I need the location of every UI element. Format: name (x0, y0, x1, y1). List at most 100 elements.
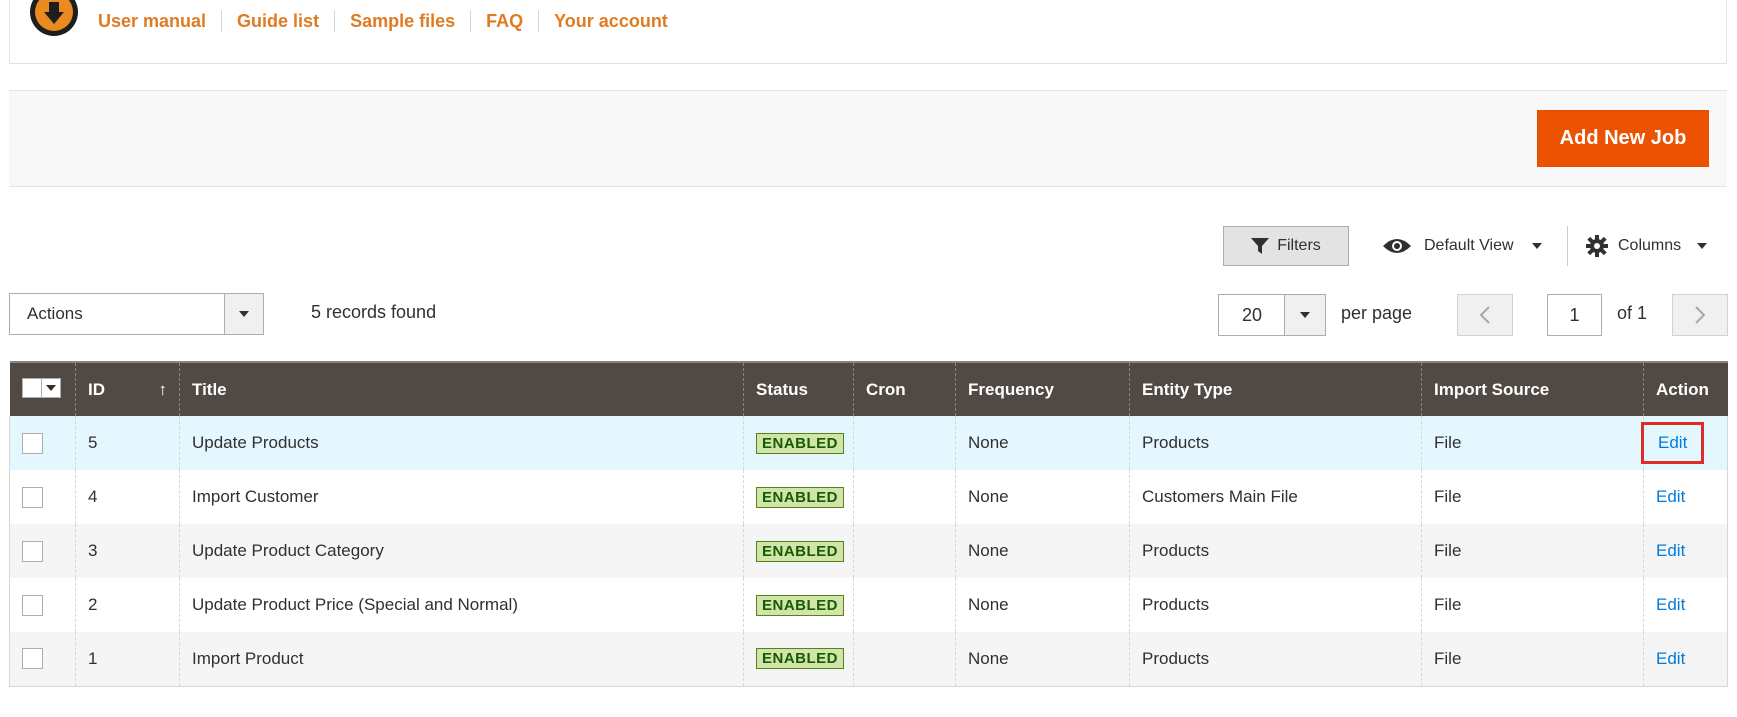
link-guide-list[interactable]: Guide list (221, 10, 334, 32)
cell-id: 4 (75, 470, 180, 524)
columns-control[interactable]: Columns (1586, 228, 1708, 264)
per-page-label: per page (1341, 303, 1413, 323)
cell-entity-type: Products (1129, 632, 1422, 687)
mass-select-control[interactable] (21, 378, 61, 398)
row-checkbox[interactable] (22, 540, 43, 562)
cell-id: 1 (75, 632, 180, 687)
cell-entity-type: Products (1129, 524, 1422, 578)
row-select-cell (9, 416, 76, 470)
cell-import-source: File (1421, 632, 1644, 687)
status-badge: ENABLED (756, 648, 845, 670)
edit-link[interactable]: Edit (1656, 487, 1685, 506)
link-your-account[interactable]: Your account (538, 10, 683, 32)
cell-entity-type: Products (1129, 578, 1422, 632)
link-sample-files[interactable]: Sample files (334, 10, 470, 32)
sort-arrow-icon: ↑ (158, 379, 168, 399)
actions-label: Actions (27, 304, 83, 323)
records-count: 5 records found (311, 302, 437, 322)
cell-import-source: File (1421, 470, 1644, 524)
cell-frequency: None (955, 524, 1130, 578)
table-row[interactable]: 3 Update Product Category ENABLED None P… (9, 524, 1728, 578)
jobs-grid: ID ↑ Title Status Cron Frequency Entity T… (9, 361, 1728, 687)
row-select-cell (9, 632, 76, 687)
page-number-input[interactable] (1547, 294, 1602, 336)
header-id-label: ID (88, 379, 105, 399)
header-title[interactable]: Title (179, 361, 744, 416)
cell-frequency: None (955, 632, 1130, 687)
per-page-select[interactable]: 20 (1218, 294, 1326, 336)
header-entity-type[interactable]: Entity Type (1129, 361, 1422, 416)
filters-label: Filters (1277, 237, 1321, 254)
header-import-source[interactable]: Import Source (1421, 361, 1644, 416)
cell-title: Update Product Category (179, 524, 744, 578)
edit-link[interactable]: Edit (1658, 433, 1687, 452)
cell-title: Update Products (179, 416, 744, 470)
status-badge: ENABLED (756, 486, 845, 508)
download-arrow-icon (44, 2, 64, 24)
row-select-cell (9, 524, 76, 578)
chevron-down-icon (45, 385, 56, 391)
help-bar: User manual Guide list Sample files FAQ … (9, 0, 1727, 64)
header-id[interactable]: ID ↑ (75, 361, 180, 416)
table-row[interactable]: 4 Import Customer ENABLED None Customers… (9, 470, 1728, 524)
edit-link[interactable]: Edit (1656, 649, 1685, 668)
cell-cron (853, 470, 956, 524)
filters-button[interactable]: Filters (1223, 226, 1349, 266)
row-checkbox[interactable] (22, 432, 43, 454)
mass-select-dropdown[interactable] (40, 379, 60, 397)
edit-link[interactable]: Edit (1656, 595, 1685, 614)
cell-action: Edit (1643, 578, 1728, 632)
page-actions-bar: Add New Job (9, 90, 1727, 187)
cell-title: Import Customer (179, 470, 744, 524)
cell-cron (853, 524, 956, 578)
header-frequency[interactable]: Frequency (955, 361, 1130, 416)
cell-import-source: File (1421, 578, 1644, 632)
page-total: of 1 (1617, 303, 1648, 323)
mass-select-checkbox[interactable] (22, 380, 41, 396)
status-badge: ENABLED (756, 594, 845, 616)
table-row[interactable]: 5 Update Products ENABLED None Products … (9, 416, 1728, 470)
chevron-down-icon (1697, 243, 1708, 249)
cell-status: ENABLED (743, 524, 854, 578)
cell-entity-type: Products (1129, 416, 1422, 470)
header-cron[interactable]: Cron (853, 361, 956, 416)
row-checkbox[interactable] (22, 486, 43, 508)
row-checkbox[interactable] (22, 594, 43, 616)
cell-id: 3 (75, 524, 180, 578)
cell-action: Edit (1643, 524, 1728, 578)
view-switcher[interactable]: Default View (1382, 228, 1542, 264)
actions-dropdown-toggle[interactable] (224, 294, 263, 334)
help-links: User manual Guide list Sample files FAQ … (98, 10, 683, 32)
edit-highlight: Edit (1641, 422, 1705, 464)
cell-action: Edit (1643, 632, 1728, 687)
cell-id: 5 (75, 416, 180, 470)
link-user-manual[interactable]: User manual (98, 10, 221, 32)
edit-link[interactable]: Edit (1656, 541, 1685, 560)
header-action: Action (1643, 361, 1728, 416)
table-row[interactable]: 1 Import Product ENABLED None Products F… (9, 632, 1728, 687)
columns-label: Columns (1618, 237, 1682, 254)
add-new-job-button[interactable]: Add New Job (1537, 110, 1709, 167)
grid-header-row: ID ↑ Title Status Cron Frequency Entity T… (9, 361, 1728, 416)
cell-id: 2 (75, 578, 180, 632)
cell-frequency: None (955, 470, 1130, 524)
cell-action: Edit (1641, 416, 1728, 470)
next-page-button[interactable] (1672, 294, 1728, 336)
cell-status: ENABLED (743, 416, 854, 470)
cell-status: ENABLED (743, 632, 854, 687)
chevron-down-icon (239, 311, 249, 317)
row-select-cell (9, 578, 76, 632)
cell-cron (853, 632, 956, 687)
link-faq[interactable]: FAQ (470, 10, 538, 32)
table-row[interactable]: 2 Update Product Price (Special and Norm… (9, 578, 1728, 632)
header-status[interactable]: Status (743, 361, 854, 416)
mass-actions-select[interactable]: Actions (9, 293, 264, 335)
cell-title: Import Product (179, 632, 744, 687)
cell-entity-type: Customers Main File (1129, 470, 1422, 524)
per-page-dropdown-toggle[interactable] (1284, 295, 1325, 335)
eye-icon (1383, 239, 1411, 253)
status-badge: ENABLED (756, 432, 845, 454)
previous-page-button[interactable] (1457, 294, 1513, 336)
row-checkbox[interactable] (22, 648, 43, 670)
header-mass-select[interactable] (9, 361, 76, 416)
